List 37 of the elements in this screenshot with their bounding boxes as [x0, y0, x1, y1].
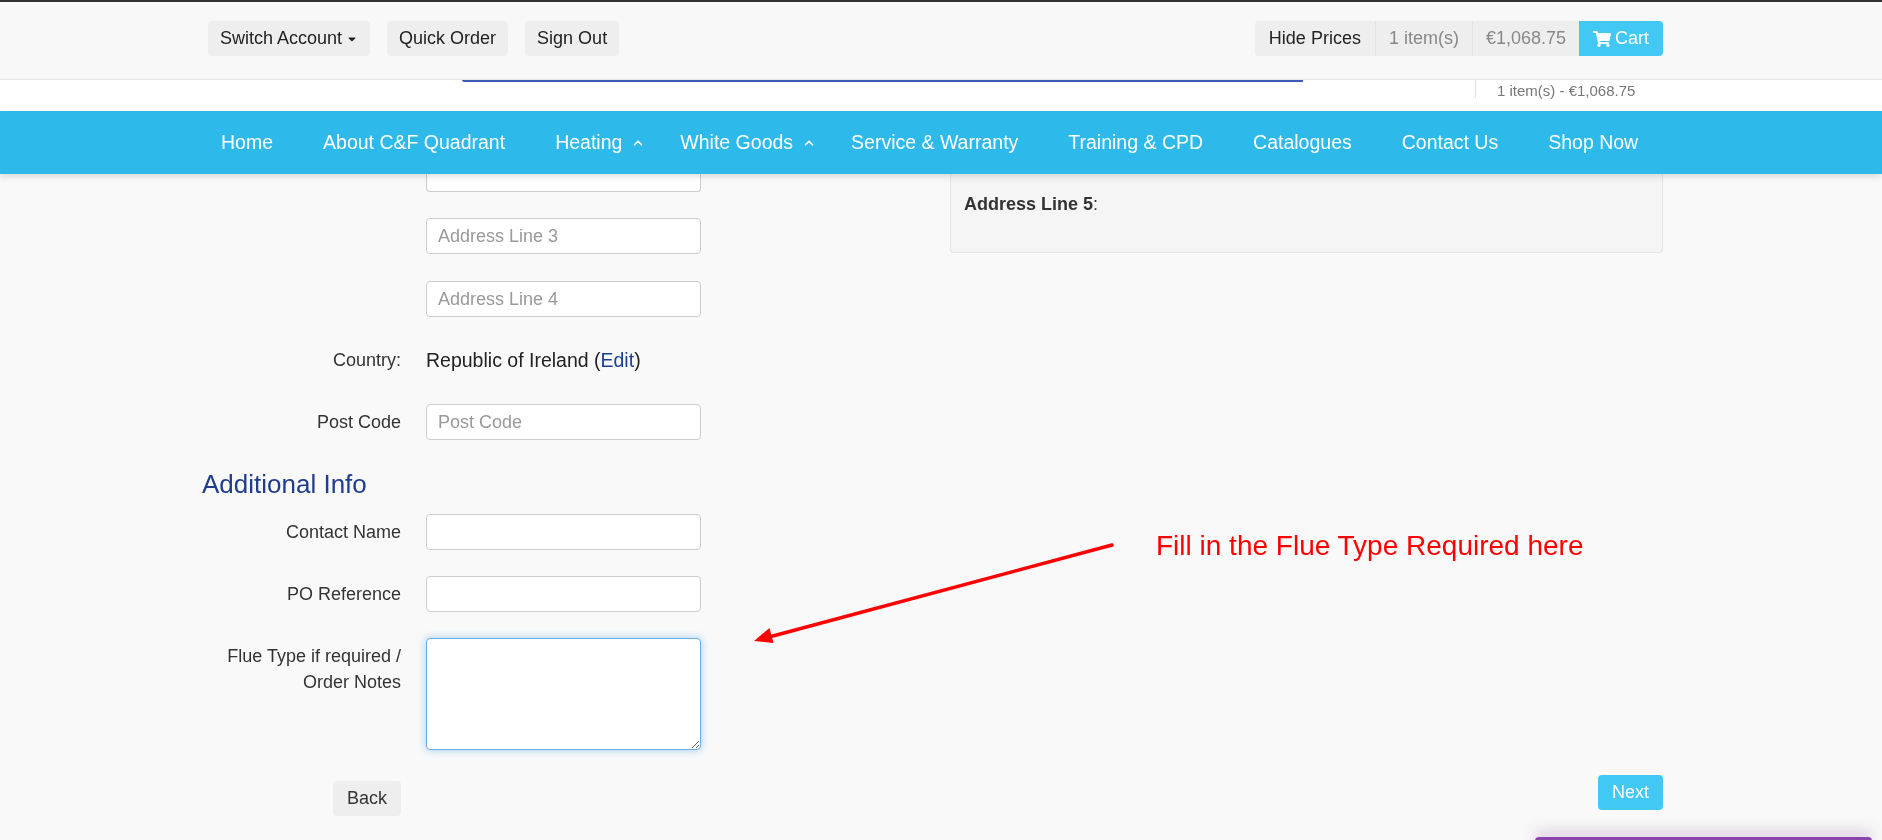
nav-link[interactable]: Home	[196, 111, 299, 174]
nav-link[interactable]: Service & Warranty	[826, 111, 1044, 174]
field-label: Post Code	[316, 411, 401, 433]
input-field[interactable]: Address Line 4	[426, 281, 701, 317]
input-field[interactable]: Address Line 3	[426, 218, 701, 254]
section-heading: Additional Info	[202, 469, 367, 499]
input-field[interactable]	[426, 174, 701, 192]
nav-link[interactable]: White Goods	[655, 111, 827, 174]
back-button[interactable]: Back	[332, 781, 401, 816]
next-button[interactable]: Next	[1598, 775, 1663, 810]
field-label: Country:	[332, 349, 401, 371]
input-field[interactable]	[426, 576, 701, 612]
country-value: Republic of Ireland (Edit)	[426, 348, 641, 372]
nav-link[interactable]: About C&F Quadrant	[298, 111, 531, 174]
nav-link[interactable]: Catalogues	[1228, 111, 1377, 174]
address-line-label: Address Line 5:	[964, 194, 1099, 214]
field-label: Flue Type if required / Order Notes	[226, 645, 401, 694]
input-field[interactable]: Post Code	[426, 404, 701, 440]
top-bar-button[interactable]: Sign Out	[525, 21, 620, 56]
edit-link[interactable]: Edit	[600, 349, 635, 371]
cart-total: €1,068.75	[1472, 21, 1579, 56]
hide-prices-button[interactable]: Hide Prices	[1254, 21, 1376, 56]
top-bar-button[interactable]: Switch Account	[208, 21, 371, 56]
input-field[interactable]	[426, 514, 701, 550]
annotation-text: Fill in the Flue Type Required here	[1156, 529, 1584, 563]
nav-link[interactable]: Shop Now	[1523, 111, 1664, 174]
field-label: Contact Name	[285, 521, 401, 543]
cart-button[interactable]: Cart	[1579, 21, 1663, 56]
cart-summary: 1 item(s) - €1,068.75	[1497, 83, 1636, 98]
cart-icon	[1593, 30, 1611, 47]
nav-link[interactable]: Training & CPD	[1043, 111, 1229, 174]
top-bar-button[interactable]: Quick Order	[387, 21, 509, 56]
notes-textarea[interactable]	[426, 638, 701, 750]
nav-link[interactable]: Heating	[530, 111, 656, 174]
field-label: PO Reference	[286, 583, 401, 605]
nav-link[interactable]: Contact Us	[1376, 111, 1524, 174]
item-count: 1 item(s)	[1375, 21, 1473, 56]
